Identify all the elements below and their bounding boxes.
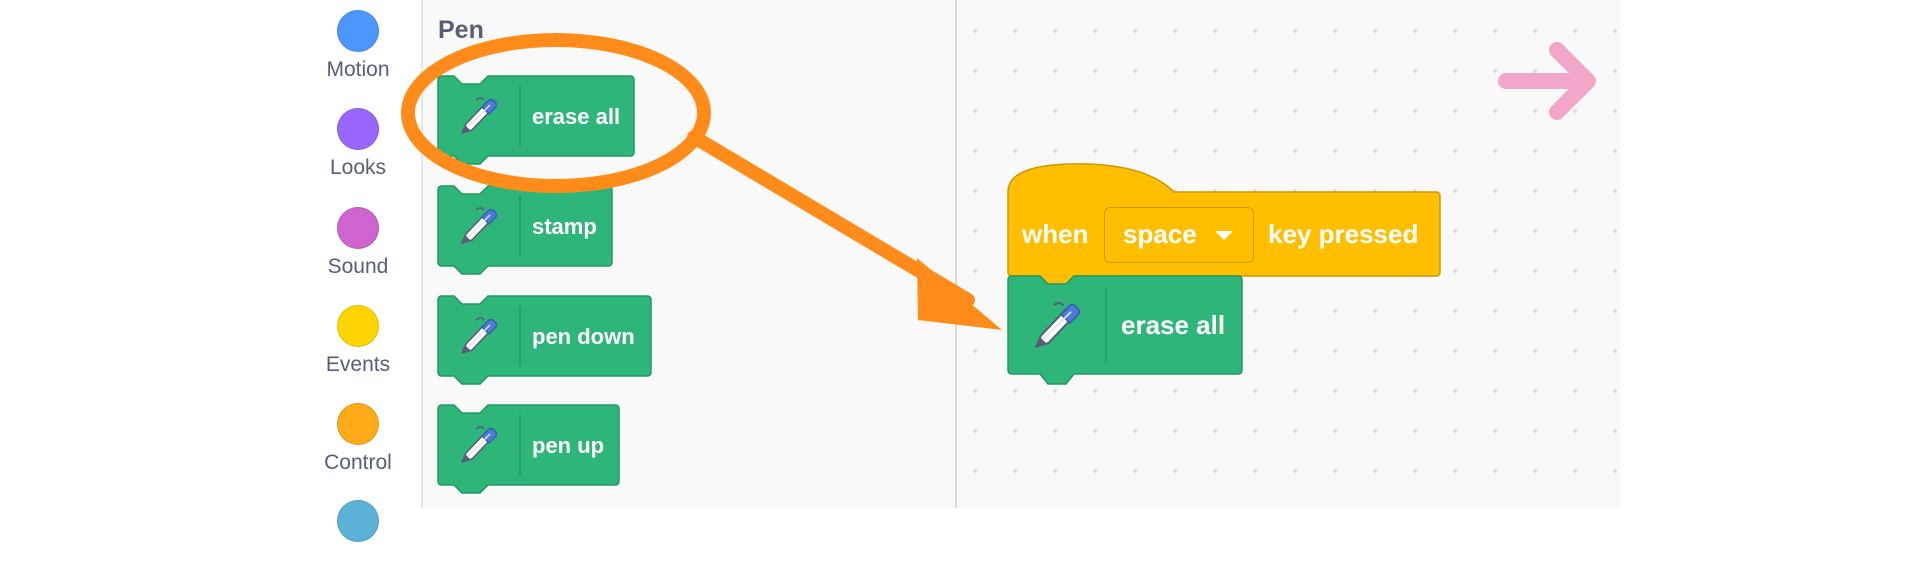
- pen-icon: [1035, 302, 1081, 348]
- category-label: Events: [325, 353, 391, 376]
- category-looks[interactable]: Looks: [300, 98, 416, 190]
- block-label: pen down: [532, 324, 635, 349]
- sensing-category-icon: [337, 500, 379, 542]
- block-label: erase all: [532, 104, 621, 129]
- pen-category-heading: Pen: [438, 16, 484, 44]
- when-key-pressed-hat-block[interactable]: when space key pressed: [1007, 162, 1441, 285]
- key-dropdown-value: space: [1123, 219, 1197, 249]
- key-dropdown[interactable]: space: [1104, 207, 1254, 263]
- category-label: Control: [324, 451, 392, 474]
- block-label: erase all: [1121, 310, 1226, 340]
- category-menu: Motion Looks Sound Events Control: [300, 0, 423, 542]
- palette-block-pen-down[interactable]: pen down: [437, 295, 652, 388]
- category-label: Sound: [327, 255, 389, 278]
- category-motion[interactable]: Motion: [300, 0, 416, 92]
- looks-category-icon: [337, 108, 379, 150]
- events-category-icon: [337, 305, 379, 347]
- key-pressed-label: key pressed: [1268, 219, 1419, 249]
- category-label: Motion: [326, 58, 390, 81]
- sound-category-icon: [337, 207, 379, 249]
- pen-icon: [461, 317, 498, 354]
- category-label: Looks: [329, 156, 387, 179]
- dropdown-caret-icon: [1215, 231, 1233, 240]
- when-label: when: [1022, 219, 1089, 249]
- category-events[interactable]: Events: [300, 295, 416, 387]
- palette-block-erase-all[interactable]: erase all: [437, 75, 635, 168]
- block-label: pen up: [532, 433, 605, 458]
- pen-icon: [461, 207, 498, 244]
- motion-category-icon: [337, 10, 379, 52]
- category-sensing[interactable]: [300, 490, 416, 582]
- control-category-icon: [337, 403, 379, 445]
- right-margin: [1620, 0, 1920, 508]
- block-label: stamp: [532, 214, 597, 239]
- category-control[interactable]: Control: [300, 393, 416, 485]
- pen-icon: [461, 97, 498, 134]
- palette-block-stamp[interactable]: stamp: [437, 185, 613, 278]
- pen-icon: [461, 426, 498, 463]
- palette-block-pen-up[interactable]: pen up: [437, 404, 620, 497]
- category-sound[interactable]: Sound: [300, 197, 416, 289]
- workspace-block-erase-all[interactable]: erase all: [1007, 275, 1243, 388]
